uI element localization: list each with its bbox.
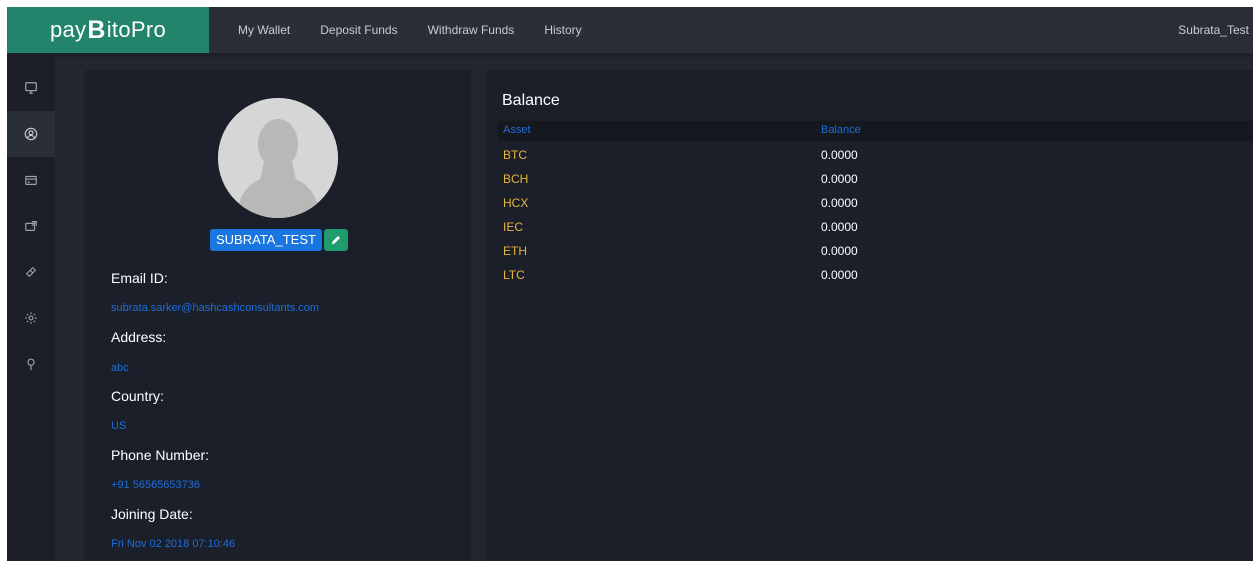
asset-cell: BTC (503, 148, 527, 162)
table-row: LTC 0.0000 (498, 264, 1253, 288)
table-row: IEC 0.0000 (498, 216, 1253, 240)
balance-panel: Balance Asset Balance BTC 0.0000 BCH 0.0… (486, 70, 1253, 561)
ticket-icon (25, 266, 37, 278)
address-value: abc (111, 362, 129, 374)
edit-username-button[interactable] (323, 229, 348, 251)
sidebar-item-profile[interactable] (7, 111, 55, 157)
nav-my-wallet[interactable]: My Wallet (238, 23, 290, 37)
balance-cell: 0.0000 (821, 196, 858, 210)
pencil-icon (331, 236, 340, 245)
asset-cell: IEC (503, 220, 524, 234)
balance-cell: 0.0000 (821, 220, 858, 234)
navbar-divider (7, 53, 1253, 57)
asset-cell: HCX (503, 196, 529, 210)
sidebar-item-location[interactable] (7, 341, 55, 387)
card-icon (25, 175, 37, 185)
nav-deposit-funds[interactable]: Deposit Funds (320, 23, 397, 37)
country-label: Country: (111, 388, 164, 404)
brand-logo[interactable]: pay BitoPro (7, 7, 209, 53)
top-navbar: pay BitoPro My Wallet Deposit Funds Withd… (7, 7, 1253, 53)
sidebar (7, 57, 55, 561)
sidebar-item-cards[interactable] (7, 157, 55, 203)
joining-date-value: Fri Nov 02 2018 07:10:46 (111, 538, 236, 550)
phone-label: Phone Number: (111, 447, 210, 463)
profile-panel: SUBRATA_TEST Email ID: subrata.sarker@ha… (84, 70, 471, 561)
wallet-send-icon (25, 221, 37, 231)
brand-suffix: itoPro (106, 17, 166, 42)
bitcoin-b-icon: B (87, 15, 106, 44)
column-header-balance: Balance (821, 124, 861, 136)
nav-withdraw-funds[interactable]: Withdraw Funds (428, 23, 515, 37)
email-label: Email ID: (111, 270, 168, 286)
column-header-asset: Asset (503, 124, 531, 136)
asset-cell: LTC (503, 268, 525, 282)
username-row: SUBRATA_TEST (210, 228, 348, 252)
pin-icon (27, 358, 35, 371)
country-value: US (111, 420, 127, 432)
app-window: pay BitoPro My Wallet Deposit Funds Withd… (7, 7, 1253, 561)
joining-date-label: Joining Date: (111, 506, 193, 522)
avatar (218, 98, 338, 218)
asset-cell: BCH (503, 172, 529, 186)
username-badge: SUBRATA_TEST (210, 229, 322, 251)
table-row: BCH 0.0000 (498, 168, 1253, 192)
table-row: HCX 0.0000 (498, 192, 1253, 216)
address-label: Address: (111, 329, 167, 345)
sidebar-item-settings[interactable] (7, 295, 55, 341)
balance-cell: 0.0000 (821, 172, 858, 186)
user-circle-icon (24, 127, 38, 141)
email-value: subrata.sarker@hashcashconsultants.com (111, 302, 320, 314)
gear-icon (25, 312, 37, 324)
main-nav: My Wallet Deposit Funds Withdraw Funds H… (224, 7, 612, 53)
nav-history[interactable]: History (544, 23, 581, 37)
phone-value: +91 56565653736 (111, 479, 201, 491)
sidebar-item-send[interactable] (7, 203, 55, 249)
table-row: BTC 0.0000 (498, 144, 1253, 168)
asset-cell: ETH (503, 244, 527, 258)
avatar-placeholder-icon (218, 98, 338, 218)
balance-cell: 0.0000 (821, 244, 858, 258)
balance-cell: 0.0000 (821, 148, 858, 162)
balance-title: Balance (502, 92, 560, 109)
sidebar-item-tickets[interactable] (7, 249, 55, 295)
table-row: ETH 0.0000 (498, 240, 1253, 264)
sidebar-item-dashboard[interactable] (7, 65, 55, 111)
brand-prefix: pay (49, 17, 87, 42)
balance-cell: 0.0000 (821, 268, 858, 282)
monitor-icon (25, 82, 37, 94)
user-menu[interactable]: Subrata_Test (1178, 7, 1249, 53)
balance-table-header: Asset Balance (498, 121, 1253, 141)
